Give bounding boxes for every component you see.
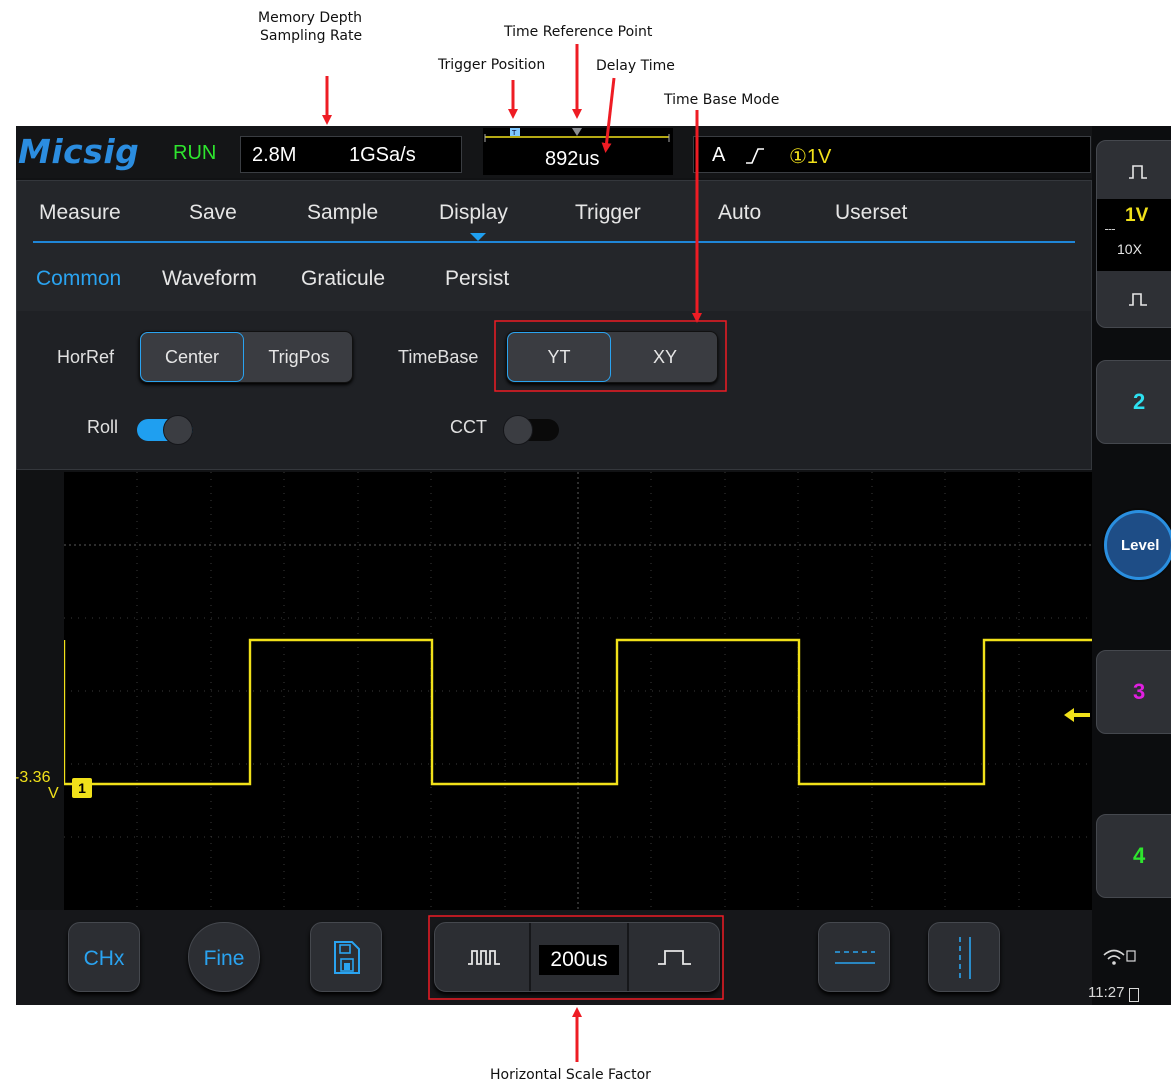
figure: Memory Depth Sampling Rate Time Referenc… [0, 0, 1171, 1090]
horizontal-scale-highlight [428, 915, 724, 1000]
time-base-mode-highlight [494, 320, 727, 392]
delay-time-arrow [601, 77, 616, 153]
callout-overlay [322, 44, 727, 1062]
